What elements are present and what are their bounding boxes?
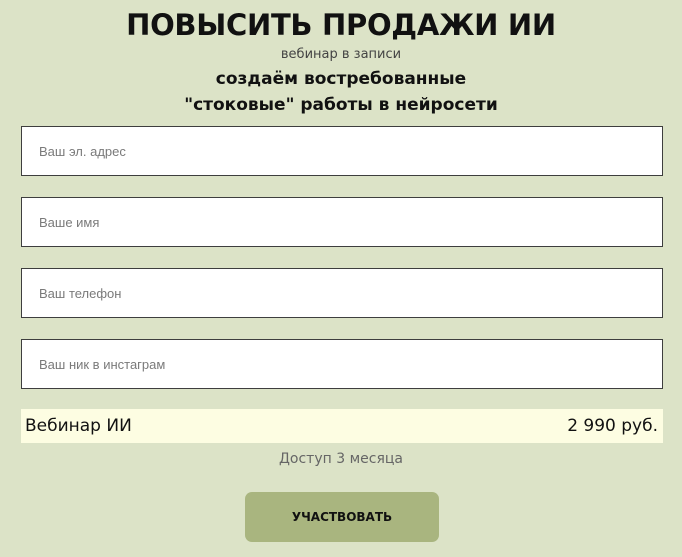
product-row: Вебинар ИИ 2 990 руб. (21, 409, 663, 443)
phone-field[interactable] (21, 268, 663, 318)
signup-form-page: ПОВЫСИТЬ ПРОДАЖИ ИИ вебинар в записи соз… (0, 0, 682, 557)
product-price: 2 990 руб. (567, 416, 658, 436)
page-title: ПОВЫСИТЬ ПРОДАЖИ ИИ (126, 8, 556, 42)
page-subtitle: вебинар в записи (280, 47, 402, 62)
name-field[interactable] (21, 197, 663, 247)
participate-button[interactable]: УЧАСТВОВАТЬ (245, 492, 439, 542)
access-note: Доступ 3 месяца (278, 451, 403, 467)
product-name: Вебинар ИИ (25, 416, 132, 436)
email-field[interactable] (21, 126, 663, 176)
description-line-1: создаём востребованные (215, 69, 467, 89)
description-line-2: "стоковые" работы в нейросети (184, 95, 498, 115)
instagram-field[interactable] (21, 339, 663, 389)
